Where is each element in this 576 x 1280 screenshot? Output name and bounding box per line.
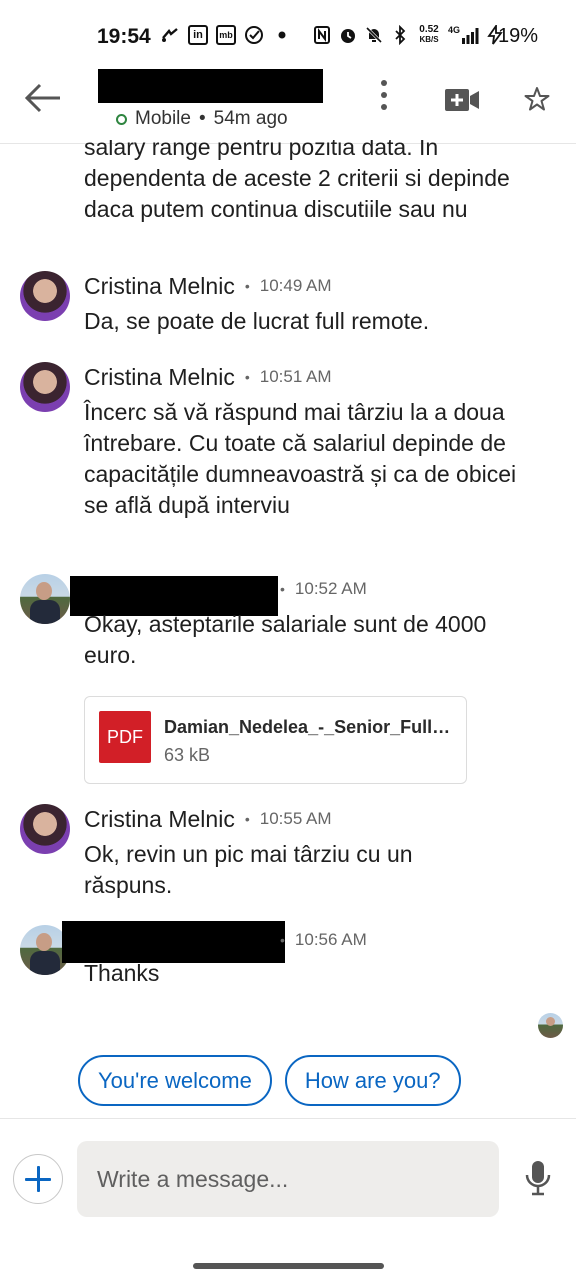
meta-separator: • (280, 581, 285, 597)
alarm-icon (338, 25, 358, 45)
mb-icon: mb (216, 25, 236, 45)
signal-icon: 4G (448, 25, 479, 45)
message-text: Thanks (84, 960, 160, 986)
message-text: Da, se poate de lucrat full remote. (84, 308, 430, 334)
kebab-dot (381, 104, 387, 110)
message-text: Încerc să vă răspund mai târziu la a dou… (84, 399, 517, 518)
linkedin-icon: in (188, 25, 208, 45)
sender-name-redacted[interactable] (62, 921, 285, 963)
message-composer (0, 1118, 576, 1248)
message-list[interactable]: salary range pentru pozitia data. In dep… (0, 140, 576, 1040)
kebab-dot (381, 80, 387, 86)
video-camera-icon (445, 89, 479, 111)
pdf-file-icon: PDF (99, 711, 151, 763)
kebab-dot (381, 92, 387, 98)
smart-replies: You're welcome How are you? (78, 1055, 461, 1106)
avatar[interactable] (20, 804, 70, 854)
sender-name[interactable]: Cristina Melnic (84, 806, 235, 833)
arrow-left-icon (24, 83, 60, 113)
file-attachment[interactable]: PDF Damian_Nedelea_-_Senior_Full_... 63 … (84, 696, 467, 784)
meta-separator: • (244, 811, 250, 827)
avatar[interactable] (20, 362, 70, 412)
net-speed-unit: KB/S (419, 35, 439, 44)
sender-name[interactable]: Cristina Melnic (84, 364, 235, 391)
last-seen: 54m ago (213, 108, 288, 129)
message-continued-text: salary range pentru pozitia data. In dep… (84, 140, 510, 222)
contact-name-redacted[interactable] (98, 69, 323, 103)
message-input[interactable] (77, 1141, 499, 1217)
file-size: 63 kB (164, 745, 211, 765)
meta-separator: • (244, 278, 250, 294)
file-name: Damian_Nedelea_-_Senior_Full_... (164, 717, 454, 737)
message-time: 10:56 AM (294, 930, 367, 949)
message-time: 10:55 AM (259, 809, 332, 828)
message-time: 10:51 AM (259, 367, 332, 386)
message-meta: • 10:52 AM (280, 574, 367, 604)
sender-name[interactable]: Cristina Melnic (84, 273, 235, 300)
voice-message-button[interactable] (524, 1159, 552, 1197)
status-time: 19:54 (97, 25, 151, 48)
home-indicator[interactable] (193, 1263, 384, 1269)
message-time: 10:52 AM (294, 579, 367, 598)
presence-separator: • (198, 108, 206, 129)
smart-reply-chip[interactable]: How are you? (284, 1055, 461, 1106)
message-text: Ok, revin un pic mai târziu cu un răspun… (84, 841, 413, 898)
check-circle-icon (244, 25, 264, 45)
star-button[interactable] (524, 86, 550, 112)
status-right-icons: 0.52 KB/S 4G (312, 23, 505, 46)
presence-status: Mobile • 54m ago (116, 108, 288, 130)
status-left-icons: in mb (160, 25, 292, 45)
nfc-icon (312, 25, 332, 45)
meta-separator: • (280, 932, 285, 948)
message-meta: Cristina Melnic • 10:55 AM (84, 804, 332, 834)
message-meta: Cristina Melnic • 10:49 AM (84, 271, 332, 301)
battery-percent: 19% (498, 25, 539, 47)
status-bar: 19:54 in mb 0.52 KB/S 4G 19% (0, 0, 576, 70)
avatar[interactable] (20, 574, 70, 624)
conversation-header: Mobile • 54m ago (0, 62, 576, 144)
more-options-button[interactable] (374, 80, 394, 120)
bluetooth-icon (390, 24, 410, 46)
online-dot-icon (116, 113, 127, 125)
video-call-button[interactable] (444, 88, 480, 112)
star-icon (524, 87, 550, 111)
bell-off-icon (364, 25, 384, 45)
add-attachment-button[interactable] (13, 1154, 63, 1204)
read-receipt-avatar (538, 1013, 563, 1038)
net-speed: 0.52 KB/S (416, 25, 442, 45)
message-text: Okay, asteptarile salariale sunt de 4000… (84, 611, 487, 668)
smart-reply-chip[interactable]: You're welcome (78, 1055, 272, 1106)
message-time: 10:49 AM (259, 276, 332, 295)
network-type: 4G (448, 25, 461, 35)
back-button[interactable] (22, 80, 66, 116)
avatar[interactable] (20, 271, 70, 321)
dot-icon (272, 25, 292, 45)
meta-separator: • (244, 369, 250, 385)
wifi-calling-icon (160, 25, 180, 45)
message-meta: Cristina Melnic • 10:51 AM (84, 362, 332, 392)
message-meta: • 10:56 AM (280, 925, 367, 955)
microphone-icon (525, 1161, 551, 1196)
presence-label: Mobile (135, 108, 191, 129)
net-speed-value: 0.52 (419, 24, 439, 35)
